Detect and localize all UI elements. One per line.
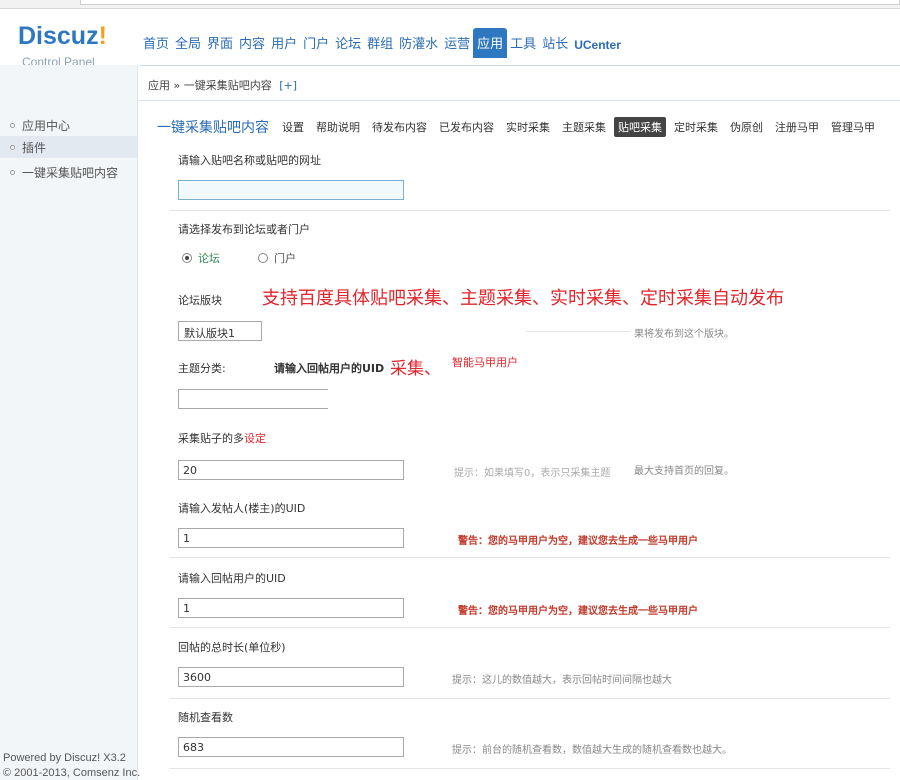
tab-pending[interactable]: 待发布内容: [368, 117, 431, 137]
row-divider: [170, 768, 890, 769]
nav-global[interactable]: 全局: [172, 28, 204, 58]
tab-rewrite[interactable]: 伪原创: [726, 117, 767, 137]
nav-content[interactable]: 内容: [236, 28, 268, 58]
category-input[interactable]: [178, 389, 328, 409]
top-nav: 首页 全局 界面 内容 用户 门户 论坛 群组 防灌水 运营 应用 工具 站长 …: [140, 28, 624, 58]
overlay-smart-majia: 智能马甲用户: [452, 356, 518, 369]
duration-input[interactable]: [178, 667, 404, 687]
tieba-label: 请输入贴吧名称或贴吧的网址: [178, 154, 321, 167]
row-divider: [170, 698, 890, 699]
nav-users[interactable]: 用户: [268, 28, 300, 58]
nav-home[interactable]: 首页: [140, 28, 172, 58]
add-shortcut-button[interactable]: [+]: [279, 79, 297, 92]
tab-manage-majia[interactable]: 管理马甲: [827, 117, 879, 137]
reply-uid-warning: 警告：您的马甲用户为空，建议您去生成一些马甲用户: [458, 606, 698, 617]
poster-uid-warning: 警告：您的马甲用户为空，建议您去生成一些马甲用户: [458, 536, 698, 547]
amount-label: 采集贴子的多设定: [178, 430, 266, 446]
category-label: 主题分类:: [178, 362, 226, 375]
tab-realtime[interactable]: 实时采集: [502, 117, 554, 137]
radio-forum-label[interactable]: 论坛: [198, 250, 220, 266]
tab-settings[interactable]: 设置: [278, 117, 308, 137]
nav-forum[interactable]: 论坛: [332, 28, 364, 58]
logo-mark: !: [98, 22, 107, 50]
tab-help[interactable]: 帮助说明: [312, 117, 364, 137]
nav-operations[interactable]: 运营: [441, 28, 473, 58]
plugin-title: 一键采集贴吧内容: [157, 120, 269, 136]
bullet-icon: [10, 144, 15, 150]
sidebar-item-plugins[interactable]: 插件: [0, 136, 137, 158]
plugin-tabs: 设置 帮助说明 待发布内容 已发布内容 实时采集 主题采集 贴吧采集 定时采集 …: [278, 117, 883, 137]
overlay-caiji: 采集、: [390, 359, 441, 379]
duration-hint: 提示：这儿的数值越大，表示回帖时间间隔也越大: [452, 675, 672, 686]
tieba-input[interactable]: [178, 180, 404, 200]
forum-block-label: 论坛版块: [178, 294, 222, 307]
faint-line: [526, 331, 630, 332]
powered-by: Powered by Discuz! X3.2: [3, 752, 126, 764]
sidebar-item-label: 插件: [22, 140, 47, 155]
bullet-icon: [10, 123, 15, 128]
views-input[interactable]: [178, 737, 404, 757]
nav-antispam[interactable]: 防灌水: [396, 28, 441, 58]
bullet-icon: [10, 170, 15, 175]
duration-label: 回帖的总时长(单位秒): [178, 641, 286, 654]
amount-input[interactable]: [178, 460, 404, 480]
breadcrumb-root[interactable]: 应用: [148, 79, 170, 92]
forum-block-select[interactable]: 默认版块1: [178, 321, 262, 341]
radio-portal[interactable]: [258, 253, 268, 263]
copyright: © 2001-2013, Comsenz Inc.: [3, 767, 141, 779]
reply-uid-label: 请输入回帖用户的UID: [178, 572, 286, 585]
browser-top-strip: [0, 0, 900, 9]
views-label: 随机查看数: [178, 711, 233, 724]
breadcrumb-separator: »: [173, 79, 181, 92]
amount-label-text: 采集贴子的多: [178, 432, 244, 445]
poster-uid-input[interactable]: [178, 528, 404, 548]
nav-interface[interactable]: 界面: [204, 28, 236, 58]
header-divider: [140, 65, 900, 66]
views-hint: 提示：前台的随机查看数，数值越大生成的随机查看数也越大。: [452, 745, 732, 756]
amount-label-suffix: 设定: [244, 432, 266, 445]
target-radio-group: 论坛 门户: [182, 250, 296, 266]
nav-ucenter[interactable]: UCenter: [571, 28, 624, 58]
nav-portal[interactable]: 门户: [300, 28, 332, 58]
sidebar-item-tieba-plugin[interactable]: 一键采集贴吧内容: [10, 164, 118, 181]
nav-tools[interactable]: 工具: [507, 28, 539, 58]
sidebar-item-app-center[interactable]: 应用中心: [10, 117, 70, 134]
discuz-logo[interactable]: Discuz!: [18, 22, 107, 51]
sidebar-item-label: 一键采集贴吧内容: [22, 166, 119, 180]
breadcrumb: 应用 » 一键采集贴吧内容 [+]: [148, 77, 297, 93]
tab-tieba[interactable]: 贴吧采集: [614, 117, 666, 137]
amount-hint: 最大支持首页的回复。: [634, 466, 734, 477]
logo-text: Discuz: [18, 22, 99, 50]
address-bar[interactable]: [80, 0, 900, 5]
target-label: 请选择发布到论坛或者门户: [178, 223, 310, 236]
radio-forum[interactable]: [182, 253, 192, 263]
row-divider: [170, 627, 890, 628]
nav-apps[interactable]: 应用: [473, 28, 508, 58]
row-divider: [170, 210, 890, 211]
tab-scheduled[interactable]: 定时采集: [670, 117, 722, 137]
breadcrumb-current: 一键采集贴吧内容: [183, 79, 272, 92]
forum-block-hint: 果将发布到这个版块。: [634, 329, 734, 340]
poster-uid-label: 请输入发帖人(楼主)的UID: [178, 502, 306, 515]
overlay-reply-uid-label: 请输入回帖用户的UID: [274, 362, 385, 375]
sidebar-item-label: 应用中心: [22, 119, 71, 133]
nav-webmaster[interactable]: 站长: [539, 28, 571, 58]
row-divider: [170, 557, 890, 558]
breadcrumb-divider: [138, 100, 900, 101]
reply-uid-input[interactable]: [178, 598, 404, 618]
tab-topic[interactable]: 主题采集: [558, 117, 610, 137]
tab-register-majia[interactable]: 注册马甲: [771, 117, 823, 137]
promo-headline: 支持百度具体贴吧采集、主题采集、实时采集、定时采集自动发布: [262, 288, 784, 309]
tab-published[interactable]: 已发布内容: [435, 117, 498, 137]
nav-groups[interactable]: 群组: [364, 28, 396, 58]
radio-portal-label[interactable]: 门户: [274, 250, 296, 266]
amount-hint-faint: 提示：如果填写0，表示只采集主题: [454, 468, 611, 479]
